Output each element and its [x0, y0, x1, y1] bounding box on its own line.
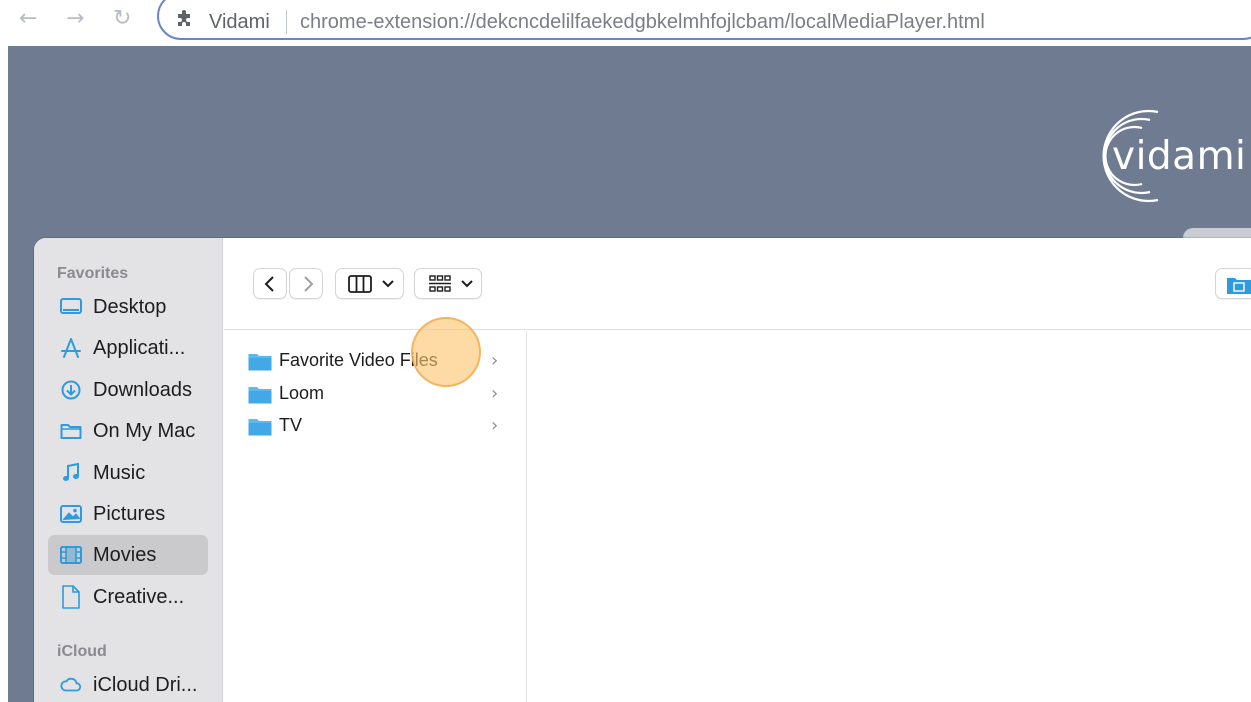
sidebar-item-music[interactable]: Music [48, 453, 208, 493]
file-label: Loom [279, 383, 325, 403]
file-column: Favorite Video Files › Loom › TV › [224, 331, 527, 702]
chevron-right-icon: › [491, 415, 499, 436]
chevron-left-icon [264, 276, 274, 292]
chevron-down-icon [461, 280, 473, 288]
folder-icon [248, 354, 272, 371]
sidebar-item-label: Downloads [93, 379, 192, 401]
back-arrow-icon[interactable]: ← [19, 6, 37, 32]
address-bar[interactable]: Vidami chrome-extension://dekcncdelilfae… [157, 0, 1251, 40]
sidebar-item-label: Music [93, 462, 146, 484]
applications-icon [61, 338, 81, 358]
new-folder-button[interactable] [1215, 268, 1251, 299]
forward-arrow-icon[interactable]: → [66, 6, 84, 32]
extension-name: Vidami [209, 11, 270, 33]
sidebar-item-label: On My Mac [93, 420, 196, 442]
sidebar-item-movies[interactable]: Movies [48, 535, 208, 575]
photo-icon [60, 505, 82, 523]
sidebar-item-label: iCloud Dri... [93, 674, 198, 696]
favorites-heading: Favorites [57, 265, 129, 282]
finder-sidebar: Favorites Desktop Applicati... Downloads… [34, 238, 223, 702]
sidebar-item-desktop[interactable]: Desktop [48, 287, 208, 327]
group-by-button[interactable] [414, 268, 482, 299]
file-picker-dialog: Favorites Desktop Applicati... Downloads… [34, 238, 1251, 702]
sidebar-item-icloud-drive[interactable]: iCloud Dri... [48, 665, 208, 702]
cloud-icon [60, 677, 82, 692]
list-item-tv[interactable]: TV › [242, 411, 527, 441]
new-folder-icon [1227, 278, 1251, 294]
folder-icon [248, 419, 272, 436]
url-text[interactable]: chrome-extension://dekcncdelilfaekedgbke… [300, 11, 985, 34]
chevron-down-icon [382, 280, 394, 288]
sidebar-item-label: Applicati... [93, 337, 186, 359]
back-button[interactable] [253, 268, 287, 299]
folder-icon [60, 424, 82, 439]
music-note-icon [63, 463, 79, 481]
omnibox-divider [286, 10, 287, 34]
column-view-icon [348, 275, 372, 293]
preview-pane [528, 331, 1251, 702]
click-highlight-marker [411, 317, 481, 387]
reload-icon[interactable]: ↻ [113, 6, 131, 32]
sidebar-item-on-my-mac[interactable]: On My Mac [48, 411, 208, 451]
icloud-heading: iCloud [57, 643, 107, 660]
sidebar-item-applications[interactable]: Applicati... [48, 328, 208, 368]
vidami-logo-text: vidami [1112, 134, 1247, 179]
chevron-right-icon: › [491, 383, 499, 404]
sidebar-item-label: Movies [93, 544, 157, 566]
sidebar-item-downloads[interactable]: Downloads [48, 370, 208, 410]
sidebar-item-label: Creative... [93, 586, 185, 608]
folder-icon [248, 387, 272, 404]
desktop-icon [60, 298, 82, 314]
list-item-loom[interactable]: Loom › [242, 379, 527, 409]
file-label: TV [279, 415, 303, 435]
film-icon [60, 546, 82, 564]
forward-button[interactable] [289, 268, 323, 299]
finder-toolbar [224, 238, 1251, 330]
sidebar-item-creative[interactable]: Creative... [48, 577, 208, 617]
sidebar-item-label: Pictures [93, 503, 166, 525]
chevron-right-icon: › [491, 350, 499, 371]
puzzle-extension-icon [175, 8, 195, 33]
sidebar-item-label: Desktop [93, 296, 167, 318]
grid-group-icon [429, 275, 451, 292]
browser-toolbar: ← → ↻ Vidami chrome-extension://dekcncde… [0, 0, 1251, 46]
chevron-right-icon [304, 276, 314, 292]
list-item-favorite-video-files[interactable]: Favorite Video Files › [242, 346, 527, 376]
sidebar-item-pictures[interactable]: Pictures [48, 494, 208, 534]
window-edge [0, 46, 8, 702]
document-icon [62, 585, 80, 609]
view-mode-button[interactable] [335, 268, 404, 299]
downloads-icon [61, 380, 81, 400]
